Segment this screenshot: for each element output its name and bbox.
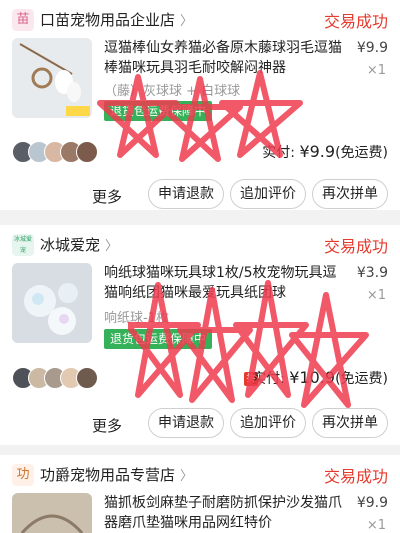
rebuy-group-button[interactable]: 再次拼单 (312, 179, 388, 209)
chevron-right-icon: 〉 (180, 14, 194, 29)
product-quantity: ×1 (366, 518, 386, 533)
chevron-right-icon: 〉 (180, 469, 194, 484)
product-price: ¥9.9 (356, 40, 388, 56)
return-shipping-badge: 退货包运费保障中 (104, 329, 213, 349)
paid-label: 实付: (262, 145, 295, 161)
product-image[interactable] (12, 38, 92, 118)
shop-header[interactable]: 功 功爵宠物用品专营店〉 交易成功 (0, 455, 400, 491)
paid-total: 实付: ¥10.9(免运费) (252, 368, 388, 388)
product-title[interactable]: 猫抓板剑麻垫子耐磨防抓保护沙发猫爪器磨爪垫猫咪用品网红特价 (104, 493, 342, 533)
return-shipping-badge: 退货包运费保障中 (104, 101, 213, 121)
shop-header[interactable]: 冰城爱宠 冰城爱宠〉 交易成功 (0, 225, 400, 261)
paid-amount: ¥9.9 (299, 142, 336, 161)
paid-amount: ¥10.9 (289, 368, 336, 387)
order-status: 交易成功 (323, 467, 388, 486)
shop-header[interactable]: 苗 口苗宠物用品企业店〉 交易成功 (0, 0, 400, 36)
product-sku: （藤）灰球球 + 白球球 (104, 84, 241, 99)
shop-name[interactable]: 功爵宠物用品专营店〉 (40, 464, 193, 485)
order-card: 苗 口苗宠物用品企业店〉 交易成功 逗猫棒仙女养猫必备原木藤球羽毛逗猫棒猫咪玩具… (0, 0, 400, 210)
add-review-button[interactable]: 追加评价 (230, 408, 306, 438)
more-button[interactable]: 更多 (92, 186, 122, 207)
shop-name-label: 冰城爱宠 (40, 236, 101, 254)
avatar (76, 367, 98, 389)
more-button[interactable]: 更多 (92, 415, 122, 436)
shop-name[interactable]: 口苗宠物用品企业店〉 (40, 9, 193, 30)
product-price: ¥3.9 (356, 265, 388, 281)
shop-logo: 苗 (12, 9, 34, 31)
chevron-right-icon: 〉 (105, 239, 119, 254)
shipping-note: (免运费) (335, 145, 388, 161)
shop-logo: 冰城爱宠 (12, 234, 34, 256)
order-status: 交易成功 (323, 237, 388, 256)
order-card: 冰城爱宠 冰城爱宠〉 交易成功 响纸球猫咪玩具球1枚/5枚宠物玩具逗猫响纸团猫咪… (0, 225, 400, 445)
shop-name[interactable]: 冰城爱宠〉 (40, 234, 118, 255)
shipping-note: (免运费) (335, 371, 388, 387)
product-price: ¥9.9 (356, 495, 388, 511)
product-title[interactable]: 逗猫棒仙女养猫必备原木藤球羽毛逗猫棒猫咪玩具羽毛耐咬解闷神器 (104, 38, 342, 78)
shop-name-label: 功爵宠物用品专营店 (40, 466, 176, 484)
paid-label: 实付: (252, 371, 285, 387)
paid-total: 实付: ¥9.9(免运费) (262, 142, 388, 162)
rebuy-group-button[interactable]: 再次拼单 (312, 408, 388, 438)
product-quantity: ×1 (366, 288, 386, 303)
product-image[interactable] (12, 493, 92, 533)
order-status: 交易成功 (323, 12, 388, 31)
shop-logo: 功 (12, 464, 34, 486)
request-refund-button[interactable]: 申请退款 (148, 179, 224, 209)
order-card: 功 功爵宠物用品专营店〉 交易成功 猫抓板剑麻垫子耐磨防抓保护沙发猫爪器磨爪垫猫… (0, 455, 400, 533)
shop-name-label: 口苗宠物用品企业店 (40, 11, 176, 29)
product-sku: 响纸球-1枚 (104, 311, 169, 326)
avatar (76, 141, 98, 163)
product-image[interactable] (12, 263, 92, 343)
product-title[interactable]: 响纸球猫咪玩具球1枚/5枚宠物玩具逗猫响纸团猫咪最爱玩具纸团球 (104, 263, 342, 303)
product-quantity: ×1 (366, 63, 386, 78)
add-review-button[interactable]: 追加评价 (230, 179, 306, 209)
request-refund-button[interactable]: 申请退款 (148, 408, 224, 438)
